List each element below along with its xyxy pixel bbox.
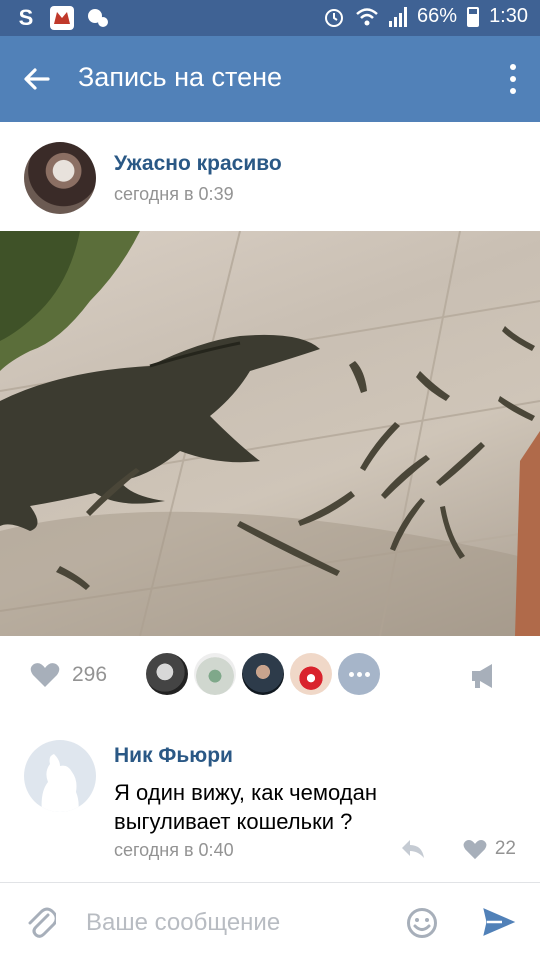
back-button[interactable] xyxy=(20,62,54,96)
battery-percent: 66% xyxy=(417,5,458,27)
likers-list[interactable] xyxy=(146,653,380,695)
send-button[interactable] xyxy=(482,907,516,942)
heart-icon xyxy=(30,663,60,687)
liker-avatar[interactable] xyxy=(146,653,188,695)
comment-like-button[interactable]: 22 xyxy=(463,838,516,860)
app-notification-icon xyxy=(50,6,74,30)
comment-avatar[interactable] xyxy=(24,740,96,812)
send-icon xyxy=(483,908,516,936)
like-button[interactable]: 296 xyxy=(30,662,107,688)
comment: Ник Фьюри Я один вижу, как чемодан выгул… xyxy=(0,726,540,876)
attach-button[interactable] xyxy=(26,905,58,944)
comment-author[interactable]: Ник Фьюри xyxy=(114,744,233,768)
liker-avatar[interactable] xyxy=(194,653,236,695)
comment-text: Я один вижу, как чемодан выгуливает коше… xyxy=(114,780,377,834)
post-header: Ужасно красиво сегодня в 0:39 xyxy=(0,122,540,230)
status-bar-system: 66% 1:30 xyxy=(323,5,528,28)
reply-icon xyxy=(402,840,424,858)
heart-icon xyxy=(463,839,487,859)
reply-button[interactable] xyxy=(400,838,426,865)
liker-avatar[interactable] xyxy=(290,653,332,695)
status-bar: S 66% 1:30 xyxy=(0,0,540,36)
paperclip-icon xyxy=(28,907,58,938)
signal-icon xyxy=(389,6,408,27)
emoji-button[interactable] xyxy=(406,907,438,944)
megaphone-icon xyxy=(472,664,492,688)
post-photo[interactable] xyxy=(0,231,540,636)
author-name[interactable]: Ужасно красиво xyxy=(114,152,282,176)
liker-avatar[interactable] xyxy=(242,653,284,695)
more-vertical-icon xyxy=(510,64,516,70)
smile-icon xyxy=(407,908,437,938)
weather-icon xyxy=(86,6,110,30)
message-composer xyxy=(0,883,540,960)
post-actions: 296 xyxy=(0,640,540,712)
more-likers-button[interactable] xyxy=(338,653,380,695)
arrow-left-icon xyxy=(24,68,50,90)
comment-like-count: 22 xyxy=(494,838,516,859)
author-avatar[interactable] xyxy=(24,142,96,214)
share-button[interactable] xyxy=(470,662,500,695)
more-button[interactable] xyxy=(508,64,518,94)
status-bar-notifications: S xyxy=(14,5,110,30)
page-title: Запись на стене xyxy=(78,62,283,92)
vk-s-icon: S xyxy=(18,5,34,30)
like-count: 296 xyxy=(72,663,108,686)
alarm-icon xyxy=(325,8,344,27)
wifi-icon xyxy=(356,7,378,25)
battery-icon xyxy=(467,6,480,27)
app-bar: Запись на стене xyxy=(0,36,540,122)
post-time: сегодня в 0:39 xyxy=(114,184,234,204)
message-input[interactable] xyxy=(86,903,376,943)
status-time: 1:30 xyxy=(489,5,528,27)
comment-time: сегодня в 0:40 xyxy=(114,840,234,860)
